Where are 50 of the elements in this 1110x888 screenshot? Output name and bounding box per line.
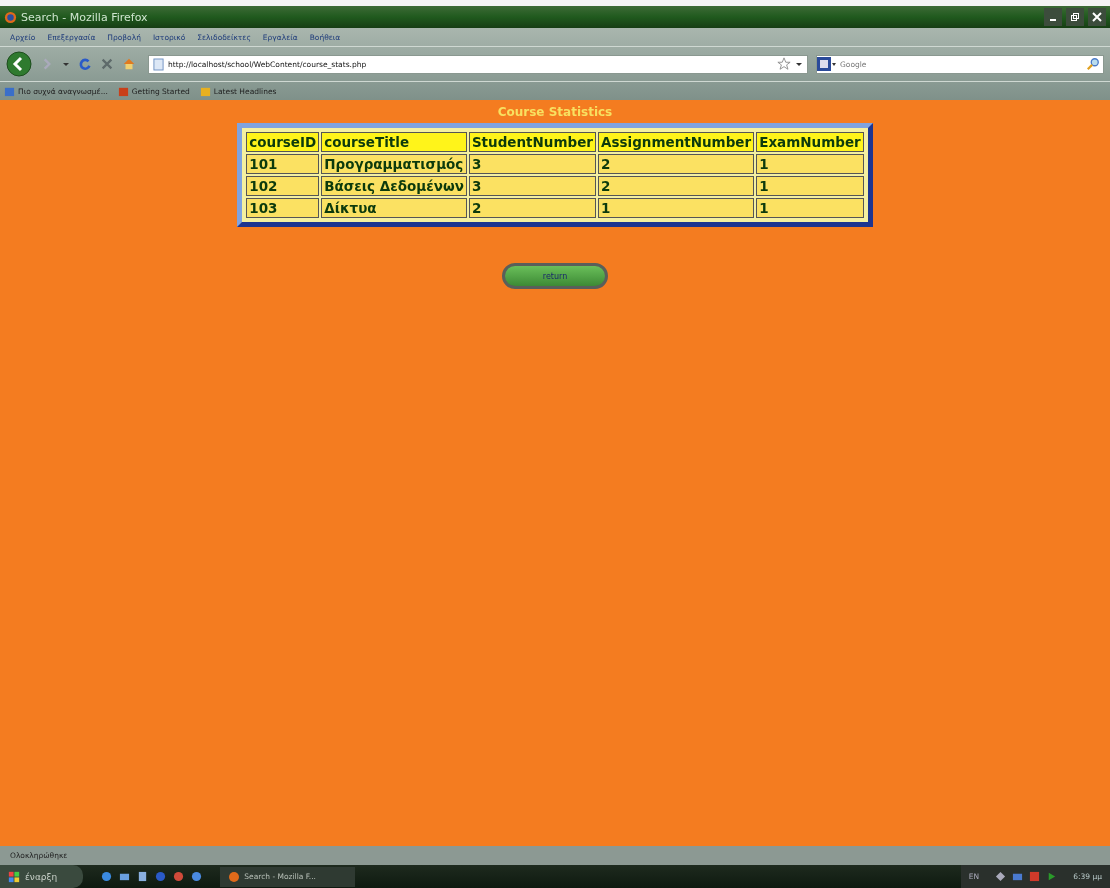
table-cell: Δίκτυα — [321, 198, 467, 218]
play-icon[interactable] — [1046, 871, 1058, 882]
close-button[interactable] — [1088, 8, 1106, 26]
table-cell: 103 — [246, 198, 320, 218]
start-button[interactable]: έναρξη — [0, 865, 84, 888]
window-title: Search - Mozilla Firefox — [21, 10, 148, 24]
table-cell: 2 — [468, 198, 596, 218]
search-engine-icon[interactable] — [817, 57, 837, 71]
column-header: courseID — [246, 132, 320, 152]
app-icon[interactable] — [191, 871, 203, 882]
app-icon[interactable] — [173, 871, 185, 882]
bookmark-icon — [4, 85, 15, 97]
windows-logo-icon — [8, 870, 20, 883]
dropdown-icon[interactable] — [795, 60, 803, 68]
column-header: StudentNumber — [468, 132, 596, 152]
table-cell: 1 — [598, 198, 755, 218]
dropdown-icon[interactable] — [62, 60, 70, 68]
table-cell: 1 — [756, 198, 864, 218]
table-cell: 3 — [468, 154, 596, 174]
table-cell: 101 — [246, 154, 320, 174]
globe-icon — [228, 870, 241, 883]
minimize-icon — [1050, 19, 1056, 21]
column-header: ExamNumber — [756, 132, 864, 152]
restore-button[interactable] — [1066, 8, 1084, 26]
reload-icon[interactable] — [78, 57, 92, 71]
app-icon[interactable] — [155, 871, 167, 882]
table-cell: Βάσεις Δεδομένων — [321, 176, 467, 196]
return-button[interactable]: return — [502, 263, 608, 289]
globe-icon — [4, 10, 17, 24]
page-icon — [153, 57, 164, 71]
column-header: courseTitle — [321, 132, 467, 152]
table-cell: Προγραμματισμός — [321, 154, 467, 174]
document-icon[interactable] — [137, 871, 149, 882]
table-cell: 3 — [468, 176, 596, 196]
restore-icon — [1070, 12, 1080, 22]
table-cell: 1 — [756, 154, 864, 174]
bookmark-icon — [199, 85, 211, 97]
page-heading: Course Statistics — [497, 105, 613, 119]
tray-icon[interactable] — [995, 871, 1007, 882]
table-cell: 102 — [246, 176, 320, 196]
table-cell: 2 — [598, 176, 755, 196]
close-icon — [1092, 12, 1102, 22]
table-cell: 2 — [598, 154, 755, 174]
back-button[interactable] — [6, 51, 32, 77]
column-header: AssignmentNumber — [598, 132, 755, 152]
bookmark-icon — [117, 85, 129, 97]
table-cell: 1 — [756, 176, 864, 196]
minimize-button[interactable] — [1044, 8, 1062, 26]
search-icon[interactable] — [1086, 57, 1100, 71]
star-icon[interactable] — [777, 57, 791, 71]
